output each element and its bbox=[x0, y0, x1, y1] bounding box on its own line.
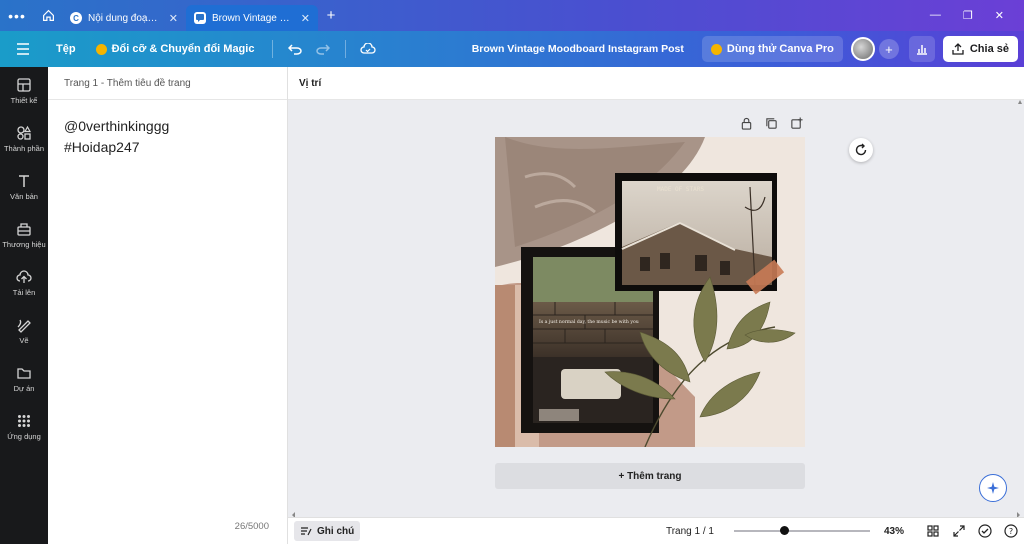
page-indicator[interactable]: Trang 1 / 1 bbox=[666, 526, 714, 537]
share-button[interactable]: Chia sẻ bbox=[942, 36, 1018, 62]
grid-view-icon[interactable] bbox=[920, 525, 946, 537]
notes-page-title[interactable]: Trang 1 - Thêm tiêu đề trang bbox=[48, 67, 287, 100]
duplicate-page-icon[interactable] bbox=[765, 117, 778, 130]
invite-plus-icon[interactable]: + bbox=[878, 39, 899, 59]
cloud-save-icon[interactable] bbox=[354, 43, 382, 55]
zoom-level[interactable]: 43% bbox=[884, 526, 904, 537]
divider bbox=[345, 40, 347, 58]
new-tab-icon[interactable]: + bbox=[318, 7, 344, 24]
notes-line: @0verthinkinggg bbox=[64, 118, 170, 134]
browser-tab-1[interactable]: Brown Vintage Mo... ✕ bbox=[186, 5, 318, 31]
sidebar-item-uploads[interactable]: Tải lên bbox=[0, 259, 48, 307]
crown-icon bbox=[95, 43, 107, 55]
document-title[interactable]: Brown Vintage Moodboard Instagram Post bbox=[472, 43, 702, 55]
brand-icon bbox=[17, 223, 31, 236]
try-pro-label: Dùng thử Canva Pro bbox=[726, 43, 834, 55]
avatar[interactable] bbox=[850, 37, 875, 61]
magic-assistant-button[interactable] bbox=[979, 474, 1007, 502]
refresh-comment-button[interactable] bbox=[849, 138, 873, 162]
sidebar-item-label: Dự án bbox=[13, 384, 35, 393]
menu-icon[interactable] bbox=[0, 43, 46, 55]
fullscreen-icon[interactable] bbox=[946, 525, 972, 537]
divider bbox=[272, 40, 274, 58]
polaroid-title: MADE OF STARS bbox=[657, 186, 704, 193]
sidebar-item-label: Thương hiệu bbox=[2, 240, 46, 249]
add-page-button[interactable]: + Thêm trang bbox=[495, 463, 805, 489]
position-toolbar: Vị trí bbox=[288, 67, 1024, 100]
design-page[interactable]: Is a just normal day, the music be with … bbox=[495, 137, 805, 447]
browser-tab-strip: ••• C Nội dung đoạn văn... ✕ Brown Vinta… bbox=[0, 0, 1024, 31]
zoom-slider[interactable] bbox=[733, 526, 870, 535]
notes-icon bbox=[301, 526, 312, 535]
magic-resize-button[interactable]: Đổi cỡ & Chuyển đổi Magic bbox=[86, 43, 265, 55]
upload-icon bbox=[16, 270, 32, 283]
refresh-icon bbox=[855, 143, 867, 156]
svg-text:?: ? bbox=[1009, 527, 1013, 536]
sidebar-item-elements[interactable]: Thành phần bbox=[0, 115, 48, 163]
sidebar-item-apps[interactable]: Ứng dụng bbox=[0, 403, 48, 451]
browser-tab-0[interactable]: C Nội dung đoạn văn... ✕ bbox=[62, 5, 186, 31]
share-label: Chia sẻ bbox=[969, 43, 1009, 55]
notes-button-label: Ghi chú bbox=[317, 525, 355, 537]
crown-icon bbox=[710, 43, 722, 55]
page-tools bbox=[740, 117, 803, 130]
undo-icon[interactable] bbox=[281, 43, 309, 55]
strip-caption: Is a just normal day, the music be with … bbox=[539, 319, 639, 325]
close-tab-icon[interactable]: ✕ bbox=[169, 12, 178, 25]
canvas-area: Vị trí Is a just normal day, the music b… bbox=[288, 67, 1024, 544]
sparkle-icon bbox=[987, 482, 999, 494]
more-icon[interactable]: ••• bbox=[0, 8, 34, 24]
sidebar-item-projects[interactable]: Dự án bbox=[0, 355, 48, 403]
canva-editor: ••• C Nội dung đoạn văn... ✕ Brown Vinta… bbox=[0, 0, 1024, 544]
notes-textarea[interactable]: @0verthinkinggg #Hoidap247 bbox=[48, 100, 287, 174]
close-window-icon[interactable]: ✕ bbox=[995, 9, 1004, 22]
sidebar-item-label: Vẽ bbox=[19, 336, 29, 345]
check-icon[interactable] bbox=[972, 524, 998, 538]
tab-title: Brown Vintage Mo... bbox=[212, 12, 295, 24]
notes-line: #Hoidap247 bbox=[64, 139, 140, 155]
try-pro-button[interactable]: Dùng thử Canva Pro bbox=[701, 36, 843, 62]
close-tab-icon[interactable]: ✕ bbox=[301, 12, 310, 25]
help-icon[interactable]: ? bbox=[998, 524, 1024, 538]
zoom-slider-handle[interactable] bbox=[779, 526, 789, 535]
left-sidebar: Thiết kế Thành phần Văn bản Thương hiệu … bbox=[0, 67, 48, 544]
position-button[interactable]: Vị trí bbox=[299, 78, 321, 89]
file-menu-button[interactable]: Tệp bbox=[46, 43, 86, 55]
text-icon bbox=[19, 175, 29, 187]
apps-icon bbox=[18, 415, 30, 427]
sidebar-item-draw[interactable]: Vẽ bbox=[0, 307, 48, 355]
sidebar-item-label: Thiết kế bbox=[10, 96, 38, 105]
folder-icon bbox=[17, 368, 31, 379]
notes-panel: Trang 1 - Thêm tiêu đề trang @0verthinki… bbox=[48, 67, 288, 544]
layout-icon bbox=[17, 78, 31, 92]
bottom-bar: Ghi chú Trang 1 / 1 43% ? bbox=[288, 517, 1024, 544]
draw-icon bbox=[17, 319, 31, 333]
upload-share-icon bbox=[952, 43, 964, 55]
sidebar-item-label: Thành phần bbox=[3, 144, 45, 153]
canva-favicon-icon: C bbox=[70, 12, 82, 24]
sidebar-item-design[interactable]: Thiết kế bbox=[0, 67, 48, 115]
restore-icon[interactable]: ❐ bbox=[963, 9, 973, 22]
home-icon[interactable] bbox=[34, 9, 62, 22]
minimize-icon[interactable]: — bbox=[930, 9, 941, 22]
sidebar-item-brand[interactable]: Thương hiệu bbox=[0, 211, 48, 259]
add-page-icon[interactable] bbox=[790, 117, 803, 130]
sidebar-item-label: Văn bản bbox=[10, 192, 38, 201]
lock-icon[interactable] bbox=[740, 117, 753, 130]
vertical-scrollbar[interactable] bbox=[1018, 100, 1022, 530]
insights-chart-icon[interactable] bbox=[908, 36, 935, 62]
editor-toolbar: Tệp Đổi cỡ & Chuyển đổi Magic Brown Vint… bbox=[0, 31, 1024, 67]
window-controls: — ❐ ✕ bbox=[930, 9, 1024, 22]
redo-icon[interactable] bbox=[309, 43, 337, 55]
sidebar-item-text[interactable]: Văn bản bbox=[0, 163, 48, 211]
character-count: 26/5000 bbox=[234, 521, 269, 532]
tab-title: Nội dung đoạn văn... bbox=[88, 12, 163, 24]
sidebar-item-label: Tải lên bbox=[12, 288, 36, 297]
notes-button[interactable]: Ghi chú bbox=[294, 521, 361, 541]
shapes-icon bbox=[17, 125, 32, 140]
magic-resize-label: Đổi cỡ & Chuyển đổi Magic bbox=[111, 43, 255, 55]
sidebar-item-label: Ứng dụng bbox=[7, 432, 41, 441]
moodboard-artwork: Is a just normal day, the music be with … bbox=[495, 137, 805, 447]
chat-favicon-icon bbox=[194, 12, 206, 24]
